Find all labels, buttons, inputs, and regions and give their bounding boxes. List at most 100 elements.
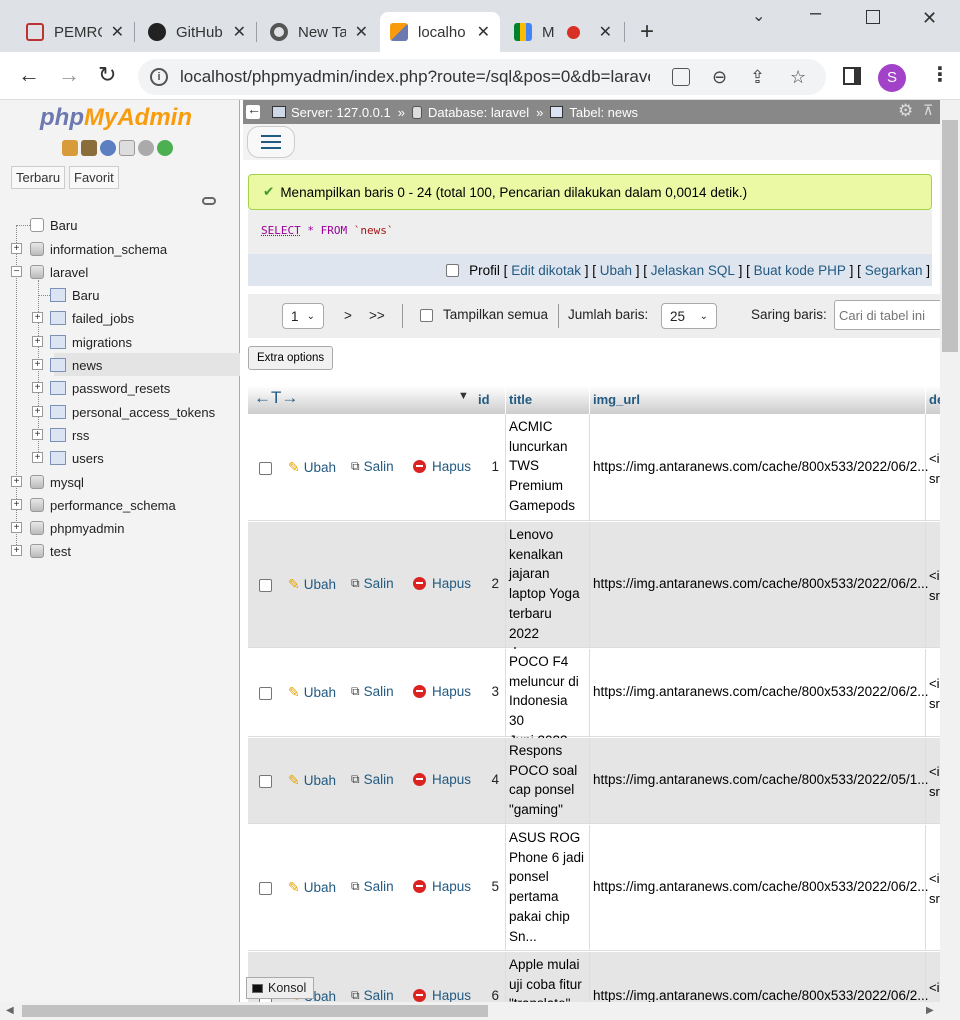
tree-table-users[interactable]: users — [50, 448, 104, 468]
cell-id[interactable]: 4 — [484, 772, 499, 787]
row-delete-link[interactable]: Hapus — [413, 576, 471, 591]
tree-db-mysql[interactable]: mysql — [30, 472, 84, 492]
row-select-checkbox[interactable] — [259, 462, 272, 475]
column-header-desc[interactable]: de — [929, 392, 940, 407]
profile-avatar[interactable]: S — [878, 64, 906, 92]
row-select-checkbox[interactable] — [259, 687, 272, 700]
expand-icon[interactable]: + — [32, 312, 43, 323]
next-page-button[interactable]: > — [344, 308, 352, 323]
expand-icon[interactable]: + — [11, 243, 22, 254]
row-copy-link[interactable]: ⧉ Salin — [351, 988, 394, 1002]
cell-id[interactable]: 2 — [484, 576, 499, 591]
row-edit-link[interactable]: ✎Ubah — [288, 879, 336, 896]
tab-search-chevron-icon[interactable]: ⌄ — [752, 6, 765, 26]
new-tab-button[interactable]: + — [640, 18, 654, 46]
cell-id[interactable]: 3 — [484, 684, 499, 699]
show-all-checkbox[interactable] — [420, 309, 433, 322]
cell-desc[interactable]: <i sr — [929, 566, 940, 606]
close-tab-icon[interactable]: ✕ — [111, 22, 124, 42]
horizontal-scroll-thumb[interactable] — [22, 1005, 488, 1017]
expand-icon[interactable]: + — [32, 406, 43, 417]
row-edit-link[interactable]: ✎Ubah — [288, 576, 336, 593]
collapse-icon[interactable]: − — [11, 266, 22, 277]
tree-table-password-resets[interactable]: password_resets — [50, 378, 170, 398]
zoom-icon[interactable]: ⊖ — [712, 67, 727, 88]
phpmyadmin-logo[interactable]: phpMyAdmin — [40, 104, 192, 132]
column-header-img-url[interactable]: img_url — [593, 392, 640, 407]
recent-tab-button[interactable]: Terbaru — [11, 166, 66, 189]
row-delete-link[interactable]: Hapus — [413, 459, 471, 474]
collapse-sidebar-icon[interactable]: ← — [246, 101, 261, 119]
last-page-button[interactable]: >> — [369, 308, 385, 323]
column-header-id[interactable]: id — [478, 392, 490, 407]
explain-sql-link[interactable]: Jelaskan SQL — [651, 263, 735, 278]
extra-options-button[interactable]: Extra options — [248, 346, 334, 370]
profiling-checkbox[interactable] — [446, 263, 460, 277]
vertical-scrollbar[interactable] — [940, 100, 960, 1002]
tree-db-phpmyadmin[interactable]: phpmyadmin — [30, 518, 124, 538]
settings-gear-icon[interactable] — [138, 140, 154, 156]
collapse-top-icon[interactable]: ⊼ — [923, 102, 933, 119]
vertical-scroll-thumb[interactable] — [942, 120, 958, 352]
tab-pemro[interactable]: PEMRO ✕ — [16, 12, 134, 52]
column-resize-arrows-icon[interactable]: ←T→ — [254, 388, 298, 408]
row-select-checkbox[interactable] — [259, 579, 272, 592]
docs-icon[interactable] — [119, 140, 135, 156]
row-delete-link[interactable]: Hapus — [413, 879, 471, 894]
help-icon[interactable] — [100, 140, 116, 156]
console-toggle-button[interactable]: Konsol — [246, 977, 314, 999]
settings-gear-icon[interactable]: ⚙ — [898, 101, 913, 121]
close-tab-icon[interactable]: ✕ — [477, 22, 490, 42]
translate-icon[interactable] — [672, 68, 690, 86]
tree-new-database[interactable]: Baru — [30, 215, 77, 235]
breadcrumb-table[interactable]: Tabel: news — [569, 105, 638, 120]
maximize-icon[interactable] — [866, 10, 880, 24]
row-delete-link[interactable]: Hapus — [413, 772, 471, 787]
url-bar[interactable]: i localhost/phpmyadmin/index.php?route=/… — [138, 59, 826, 95]
refresh-link[interactable]: Segarkan — [865, 263, 923, 278]
row-edit-link[interactable]: ✎Ubah — [288, 684, 336, 701]
tree-table-personal-access-tokens[interactable]: personal_access_tokens — [50, 402, 215, 422]
expand-icon[interactable]: + — [11, 499, 22, 510]
tab-new-tab[interactable]: New Tab ✕ — [260, 12, 378, 52]
row-copy-link[interactable]: ⧉ Salin — [351, 684, 394, 699]
forward-arrow-icon[interactable]: → — [58, 62, 80, 88]
tree-db-test[interactable]: test — [30, 541, 71, 561]
side-panel-icon[interactable] — [843, 67, 861, 85]
close-tab-icon[interactable]: ✕ — [233, 22, 246, 42]
tab-localhost[interactable]: localhost ✕ — [380, 12, 500, 52]
expand-icon[interactable]: + — [11, 545, 22, 556]
tab-github[interactable]: GitHub ✕ — [138, 12, 256, 52]
page-select[interactable]: 1 ⌄ — [282, 303, 324, 329]
cell-id[interactable]: 5 — [484, 879, 499, 894]
tree-db-laravel[interactable]: laravel — [30, 262, 88, 282]
reload-navigation-icon[interactable] — [157, 140, 173, 156]
expand-icon[interactable]: + — [32, 359, 43, 370]
share-icon[interactable]: ⇪ — [750, 67, 765, 88]
row-select-checkbox[interactable] — [259, 882, 272, 895]
link-with-main-panel-icon[interactable] — [202, 197, 216, 205]
logout-icon[interactable] — [81, 140, 97, 156]
row-edit-link[interactable]: ✎Ubah — [288, 459, 336, 476]
row-select-checkbox[interactable] — [259, 775, 272, 788]
tree-table-rss[interactable]: rss — [50, 425, 89, 445]
scroll-right-icon[interactable]: ▶ — [926, 1005, 934, 1016]
scroll-left-icon[interactable]: ◀ — [6, 1005, 14, 1016]
sort-dropdown-icon[interactable]: ▼ — [458, 390, 469, 402]
tree-table-migrations[interactable]: migrations — [50, 332, 132, 352]
window-close-icon[interactable]: ✕ — [922, 8, 937, 29]
cell-title[interactable]: POCO F4 meluncur di Indonesia 30 Juni 20… — [509, 652, 585, 751]
cell-img-url[interactable]: https://img.antaranews.com/cache/800x533… — [593, 772, 928, 787]
horizontal-scrollbar[interactable]: ◀ ▶ — [0, 1002, 960, 1020]
edit-inline-link[interactable]: Edit dikotak — [511, 263, 581, 278]
cell-id[interactable]: 1 — [484, 459, 499, 474]
breadcrumb-server[interactable]: Server: 127.0.0.1 — [291, 105, 391, 120]
menu-kebab-icon[interactable]: ⋮ — [930, 62, 950, 87]
expand-icon[interactable]: + — [32, 452, 43, 463]
filter-rows-input[interactable] — [834, 300, 940, 330]
row-copy-link[interactable]: ⧉ Salin — [351, 772, 394, 787]
reload-icon[interactable]: ↻ — [98, 62, 116, 88]
cell-img-url[interactable]: https://img.antaranews.com/cache/800x533… — [593, 459, 928, 474]
cell-title[interactable]: ACMIC luncurkan TWS Premium Gamepods — [509, 417, 585, 516]
cell-desc[interactable]: <i sr — [929, 978, 940, 1002]
